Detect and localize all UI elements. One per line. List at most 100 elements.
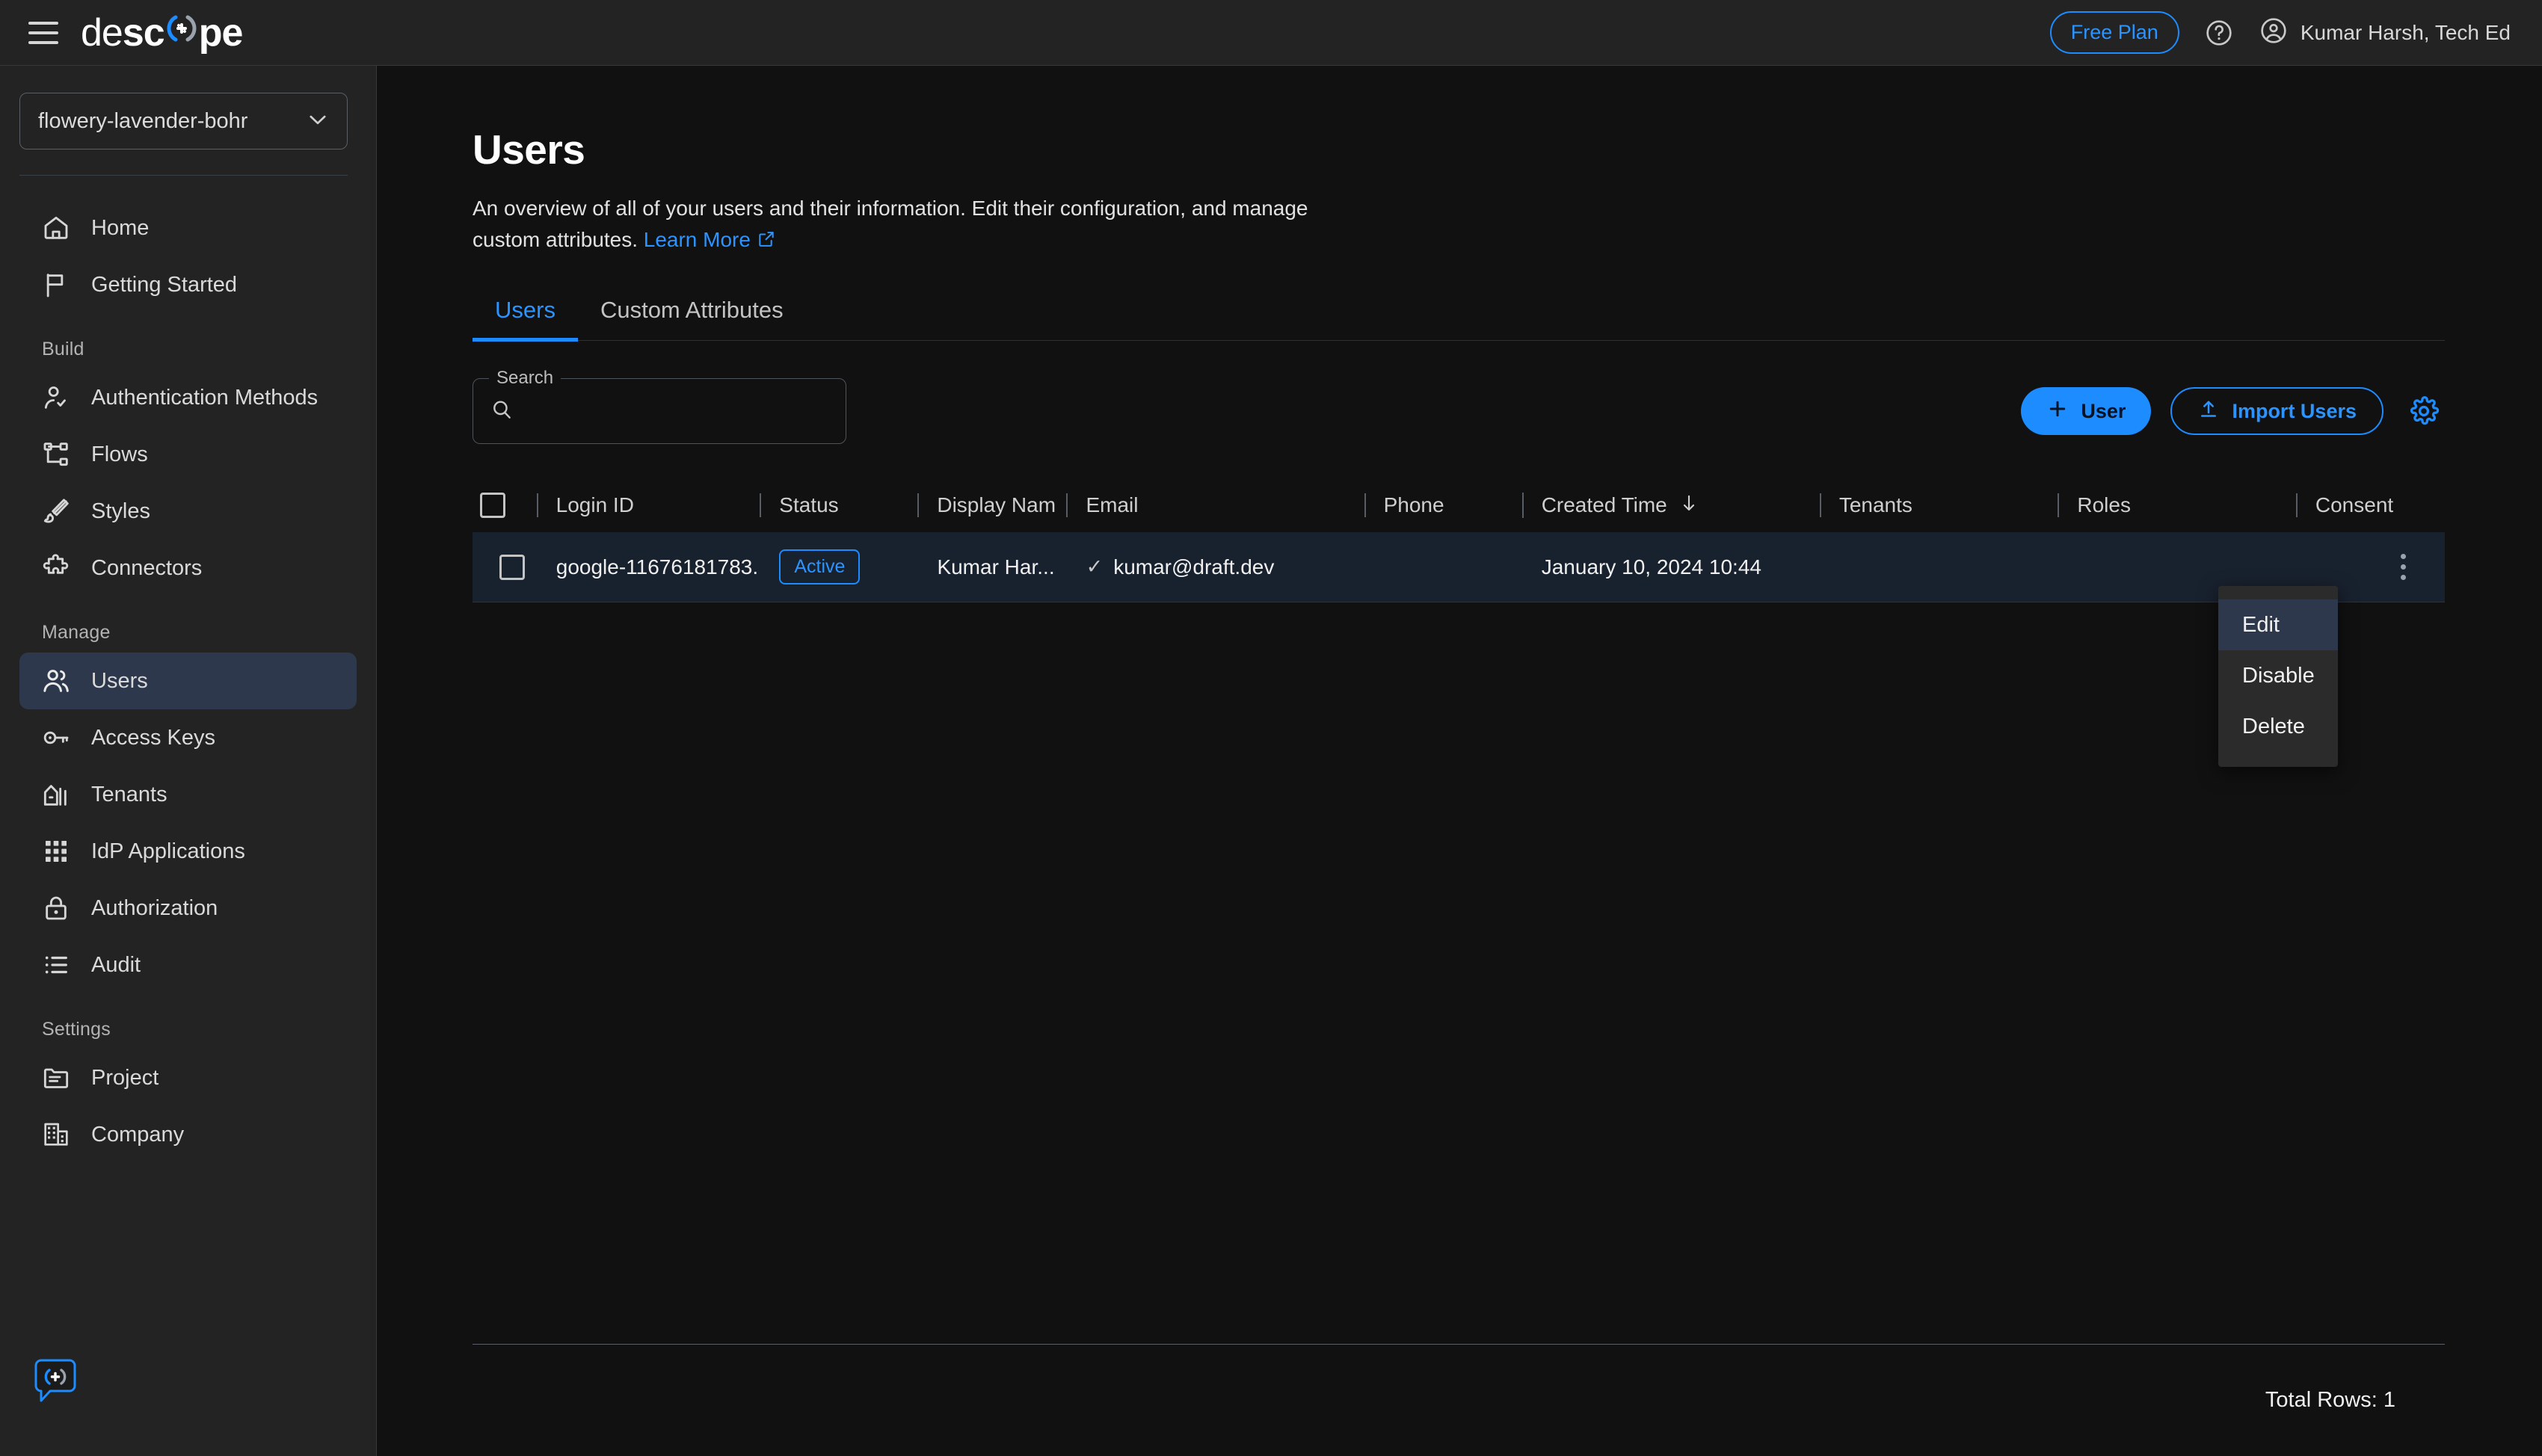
body-wrapper: flowery-lavender-bohr (0, 66, 2542, 1456)
sidebar-item-label: IdP Applications (91, 839, 245, 864)
cell-email-text: kumar@draft.dev (1113, 555, 1274, 579)
logo-text-de: de (81, 10, 123, 55)
row-context-menu: Edit Disable Delete (2218, 586, 2338, 767)
flow-diagram-icon (40, 439, 72, 470)
sidebar-item-audit[interactable]: Audit (19, 937, 357, 993)
external-link-icon[interactable] (757, 226, 776, 258)
table-footer: Total Rows: 1 (473, 1344, 2445, 1456)
sidebar-item-label: Styles (91, 499, 150, 524)
gear-icon[interactable] (2403, 390, 2445, 432)
users-table: Login ID Status Display Nam Email Phone … (473, 478, 2445, 1456)
sidebar-item-label: Company (91, 1123, 184, 1147)
sidebar-item-label: Getting Started (91, 273, 237, 297)
paintbrush-icon (40, 496, 72, 527)
lock-icon (40, 892, 72, 924)
puzzle-piece-icon (40, 552, 72, 584)
context-menu-item-disable[interactable]: Disable (2218, 650, 2338, 701)
plus-icon (2046, 398, 2069, 425)
sidebar-item-authorization[interactable]: Authorization (19, 880, 357, 937)
app-root: de sc pe Free Plan (0, 0, 2542, 1456)
sidebar-item-label: Project (91, 1066, 159, 1091)
context-menu-item-delete[interactable]: Delete (2218, 701, 2338, 752)
user-circle-icon (2259, 16, 2289, 49)
column-header-created-time[interactable]: Created Time (1522, 492, 1820, 519)
row-checkbox[interactable] (499, 555, 525, 580)
tab-users[interactable]: Users (473, 297, 578, 340)
free-plan-button[interactable]: Free Plan (2050, 11, 2179, 54)
column-header-login-id[interactable]: Login ID (537, 493, 760, 517)
search-icon (490, 398, 514, 425)
project-selector[interactable]: flowery-lavender-bohr (19, 93, 348, 149)
sidebar-item-label: Access Keys (91, 726, 215, 750)
select-all-checkbox[interactable] (480, 493, 505, 518)
building-icon (40, 1119, 72, 1150)
sidebar-item-tenants[interactable]: Tenants (19, 766, 357, 823)
page-description-text: An overview of all of your users and the… (473, 197, 1308, 251)
cell-created-time: January 10, 2024 10:44 (1522, 555, 1820, 579)
table-row[interactable]: google-11676181783... Active Kumar Har..… (473, 532, 2445, 602)
sidebar-item-flows[interactable]: Flows (19, 426, 357, 483)
column-header-status[interactable]: Status (760, 493, 917, 517)
sidebar-item-label: Tenants (91, 783, 167, 807)
top-bar: de sc pe Free Plan (0, 0, 2542, 66)
context-menu-item-edit[interactable]: Edit (2218, 599, 2338, 650)
main-inner: Users An overview of all of your users a… (377, 66, 2542, 1456)
column-header-created-time-label: Created Time (1542, 493, 1667, 517)
learn-more-link[interactable]: Learn More (644, 228, 751, 251)
more-vertical-icon[interactable] (2386, 547, 2419, 587)
sidebar-item-access-keys[interactable]: Access Keys (19, 709, 357, 766)
search-input[interactable] (526, 400, 829, 423)
arrow-down-icon (1678, 492, 1700, 519)
sidebar-item-project[interactable]: Project (19, 1049, 357, 1106)
column-header-consent[interactable]: Consent (2296, 493, 2445, 517)
key-icon (40, 722, 72, 753)
flag-icon (40, 269, 72, 300)
grid-dots-icon (40, 836, 72, 867)
buildings-icon (40, 779, 72, 810)
sidebar-item-company[interactable]: Company (19, 1106, 357, 1163)
top-bar-actions: Free Plan Kumar Harsh, Tech Ed (2050, 11, 2515, 54)
column-header-tenants[interactable]: Tenants (1820, 493, 2058, 517)
sidebar-item-connectors[interactable]: Connectors (19, 540, 357, 596)
import-users-button[interactable]: Import Users (2170, 387, 2383, 435)
page-title: Users (473, 126, 2542, 173)
sidebar-section-settings: Settings (19, 993, 357, 1049)
column-header-email[interactable]: Email (1066, 493, 1364, 517)
table-toolbar: Search (473, 378, 2445, 444)
column-header-roles[interactable]: Roles (2058, 493, 2296, 517)
sidebar-item-label: Authentication Methods (91, 386, 318, 410)
row-select-cell (480, 555, 537, 580)
project-selector-value: flowery-lavender-bohr (38, 109, 247, 134)
tab-bar: Users Custom Attributes (473, 297, 2445, 341)
help-circle-icon[interactable] (2202, 16, 2236, 50)
hamburger-icon[interactable] (28, 22, 58, 44)
sidebar-item-label: Users (91, 669, 148, 694)
select-all-cell (480, 493, 537, 518)
home-icon (40, 212, 72, 244)
status-badge: Active (779, 549, 860, 584)
tab-custom-attributes[interactable]: Custom Attributes (578, 297, 806, 340)
column-header-display-name[interactable]: Display Nam (917, 493, 1066, 517)
sidebar-item-label: Home (91, 216, 149, 241)
toolbar-actions: User Import Users (2021, 387, 2445, 435)
sidebar-item-label: Audit (91, 953, 141, 978)
sidebar-item-idp-applications[interactable]: IdP Applications (19, 823, 357, 880)
sidebar-item-authentication-methods[interactable]: Authentication Methods (19, 369, 357, 426)
logo-text-pe: pe (199, 10, 243, 55)
sidebar-section-build: Build (19, 313, 357, 369)
folder-icon (40, 1062, 72, 1093)
logo-text-sc: sc (123, 10, 164, 55)
sidebar-item-home[interactable]: Home (19, 200, 357, 256)
logo-mark-o (165, 10, 198, 45)
check-icon: ✓ (1086, 555, 1104, 579)
sidebar-item-users[interactable]: Users (19, 653, 357, 709)
chat-bubble-icon[interactable] (30, 1357, 81, 1408)
add-user-button[interactable]: User (2021, 387, 2151, 435)
sidebar-item-getting-started[interactable]: Getting Started (19, 256, 357, 313)
sidebar-item-styles[interactable]: Styles (19, 483, 357, 540)
descope-logo[interactable]: de sc pe (81, 10, 242, 55)
sidebar-item-label: Flows (91, 442, 148, 467)
account-menu[interactable]: Kumar Harsh, Tech Ed (2259, 16, 2515, 49)
column-header-phone[interactable]: Phone (1364, 493, 1522, 517)
table-header-row: Login ID Status Display Nam Email Phone … (473, 478, 2445, 532)
